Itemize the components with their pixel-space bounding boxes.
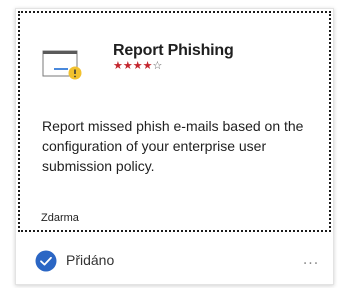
- card-focus-outline[interactable]: Report Phishing ★★★★☆ Report missed phis…: [18, 11, 331, 232]
- add-in-card[interactable]: Report Phishing ★★★★☆ Report missed phis…: [15, 8, 334, 285]
- card-footer: Přidáno ...: [16, 236, 333, 284]
- envelope-warning-icon: [42, 50, 82, 80]
- rating-stars-empty: ☆: [152, 59, 163, 72]
- rating-stars: ★★★★☆: [113, 60, 162, 72]
- add-in-description: Report missed phish e-mails based on the…: [42, 118, 304, 174]
- rating-stars-filled: ★★★★: [113, 59, 153, 72]
- checkmark-circle-icon: [35, 250, 57, 272]
- more-options-button[interactable]: ...: [294, 249, 328, 271]
- added-status-label: Přidáno: [66, 252, 115, 268]
- price-label: Zdarma: [41, 212, 79, 224]
- add-in-title: Report Phishing: [113, 42, 234, 59]
